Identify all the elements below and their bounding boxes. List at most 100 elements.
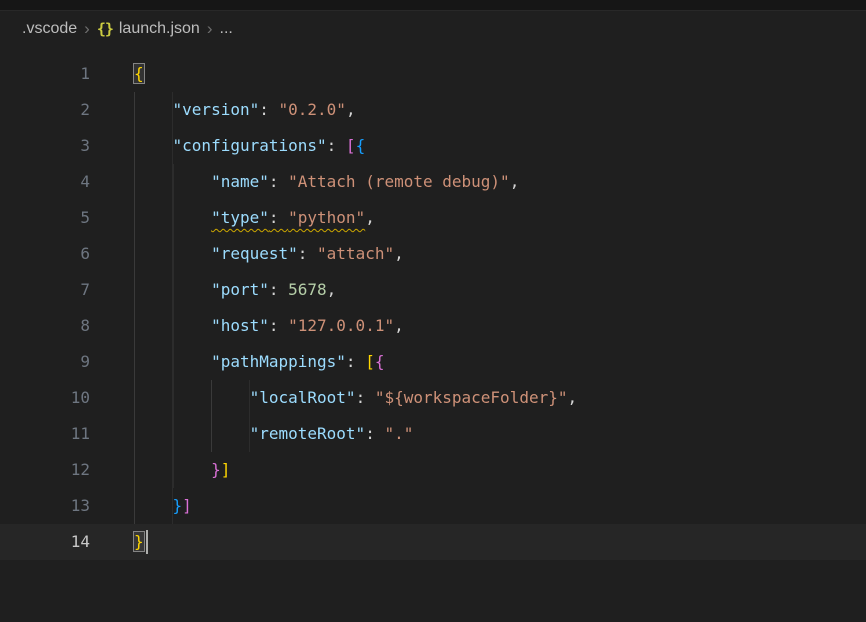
code-token: [ xyxy=(365,352,375,371)
indent-whitespace xyxy=(134,128,173,164)
code-token: : xyxy=(298,244,317,263)
code-line-content[interactable]: "name": "Attach (remote debug)", xyxy=(90,164,519,200)
code-line[interactable]: 9 "pathMappings": [{ xyxy=(0,344,866,380)
code-token: : xyxy=(365,424,384,443)
code-line[interactable]: 13 }] xyxy=(0,488,866,524)
code-line-content[interactable]: }] xyxy=(90,488,192,524)
indent-whitespace xyxy=(134,92,173,128)
code-line[interactable]: 10 "localRoot": "${workspaceFolder}", xyxy=(0,380,866,416)
code-line[interactable]: 3 "configurations": [{ xyxy=(0,128,866,164)
indent-whitespace xyxy=(134,200,211,236)
code-line[interactable]: 5 "type": "python", xyxy=(0,200,866,236)
breadcrumb-item-vscode[interactable]: .vscode xyxy=(22,20,77,38)
indent-whitespace xyxy=(134,164,211,200)
line-number[interactable]: 6 xyxy=(0,236,90,272)
code-token: "." xyxy=(384,424,413,443)
indent-whitespace xyxy=(134,272,211,308)
line-number[interactable]: 11 xyxy=(0,416,90,452)
indent-whitespace xyxy=(134,452,211,488)
line-number[interactable]: 12 xyxy=(0,452,90,488)
code-line[interactable]: 8 "host": "127.0.0.1", xyxy=(0,308,866,344)
line-number[interactable]: 14 xyxy=(0,524,90,560)
code-line-content[interactable]: "remoteRoot": "." xyxy=(90,416,413,452)
code-token: : xyxy=(356,388,375,407)
code-line-content[interactable]: "localRoot": "${workspaceFolder}", xyxy=(90,380,577,416)
code-line-content[interactable]: "configurations": [{ xyxy=(90,128,365,164)
breadcrumb-item-launch-json[interactable]: {} launch.json xyxy=(97,20,200,38)
line-number[interactable]: 13 xyxy=(0,488,90,524)
code-token: "attach" xyxy=(317,244,394,263)
code-token: "remoteRoot" xyxy=(250,424,366,443)
code-line-content[interactable]: "type": "python", xyxy=(90,200,375,236)
line-number[interactable]: 5 xyxy=(0,200,90,236)
breadcrumb-separator-icon: › xyxy=(207,19,213,39)
code-token: [ xyxy=(346,136,356,155)
code-line-content[interactable]: "version": "0.2.0", xyxy=(90,92,356,128)
indent-whitespace xyxy=(134,380,250,416)
code-line[interactable]: 11 "remoteRoot": "." xyxy=(0,416,866,452)
text-cursor xyxy=(146,530,148,554)
code-token: } xyxy=(211,460,221,479)
code-token: "type" xyxy=(211,208,269,227)
code-token: "${workspaceFolder}" xyxy=(375,388,568,407)
line-number[interactable]: 10 xyxy=(0,380,90,416)
code-token: ] xyxy=(182,496,192,515)
breadcrumb-separator-icon: › xyxy=(84,19,90,39)
code-line[interactable]: 12 }] xyxy=(0,452,866,488)
line-number[interactable]: 9 xyxy=(0,344,90,380)
code-token: { xyxy=(375,352,385,371)
line-number[interactable]: 4 xyxy=(0,164,90,200)
line-number[interactable]: 7 xyxy=(0,272,90,308)
breadcrumb-label: .vscode xyxy=(22,20,77,38)
code-editor[interactable]: 1{2 "version": "0.2.0",3 "configurations… xyxy=(0,46,866,560)
code-token: : xyxy=(327,136,346,155)
code-token: : xyxy=(269,208,288,227)
line-number[interactable]: 1 xyxy=(0,56,90,92)
code-token: , xyxy=(510,172,520,191)
code-line-content[interactable]: }] xyxy=(90,452,230,488)
code-line[interactable]: 6 "request": "attach", xyxy=(0,236,866,272)
code-line[interactable]: 14} xyxy=(0,524,866,560)
line-number[interactable]: 8 xyxy=(0,308,90,344)
code-token: "port" xyxy=(211,280,269,299)
code-token: "pathMappings" xyxy=(211,352,346,371)
code-token: : xyxy=(269,316,288,335)
code-token: : xyxy=(269,172,288,191)
code-token: ] xyxy=(221,460,231,479)
code-token: : xyxy=(269,280,288,299)
breadcrumb-item-[interactable]: ... xyxy=(220,20,233,38)
code-token: , xyxy=(365,208,375,227)
code-token: "name" xyxy=(211,172,269,191)
code-token: "python" xyxy=(288,208,365,227)
breadcrumb-label: launch.json xyxy=(119,20,200,38)
json-braces-icon: {} xyxy=(97,20,113,38)
code-token: 5678 xyxy=(288,280,327,299)
code-token: , xyxy=(394,244,404,263)
tab-bar-edge xyxy=(0,0,866,11)
code-line-content[interactable]: "request": "attach", xyxy=(90,236,404,272)
code-line-content[interactable]: "port": 5678, xyxy=(90,272,336,308)
code-token: : xyxy=(259,100,278,119)
line-number[interactable]: 2 xyxy=(0,92,90,128)
code-token: "Attach (remote debug)" xyxy=(288,172,510,191)
indent-whitespace xyxy=(134,416,250,452)
code-line-content[interactable]: { xyxy=(90,56,144,92)
code-line[interactable]: 2 "version": "0.2.0", xyxy=(0,92,866,128)
code-token: "version" xyxy=(173,100,260,119)
indent-whitespace xyxy=(134,236,211,272)
code-line[interactable]: 1{ xyxy=(0,56,866,92)
code-token: "host" xyxy=(211,316,269,335)
code-token: , xyxy=(327,280,337,299)
indent-whitespace xyxy=(134,344,211,380)
code-line-content[interactable]: "host": "127.0.0.1", xyxy=(90,308,404,344)
code-token: "localRoot" xyxy=(250,388,356,407)
code-token: , xyxy=(567,388,577,407)
line-number[interactable]: 3 xyxy=(0,128,90,164)
code-line-content[interactable]: "pathMappings": [{ xyxy=(90,344,384,380)
code-token: { xyxy=(134,64,144,83)
code-token: "127.0.0.1" xyxy=(288,316,394,335)
code-line-content[interactable]: } xyxy=(90,524,148,560)
code-line[interactable]: 4 "name": "Attach (remote debug)", xyxy=(0,164,866,200)
code-token: , xyxy=(346,100,356,119)
code-line[interactable]: 7 "port": 5678, xyxy=(0,272,866,308)
